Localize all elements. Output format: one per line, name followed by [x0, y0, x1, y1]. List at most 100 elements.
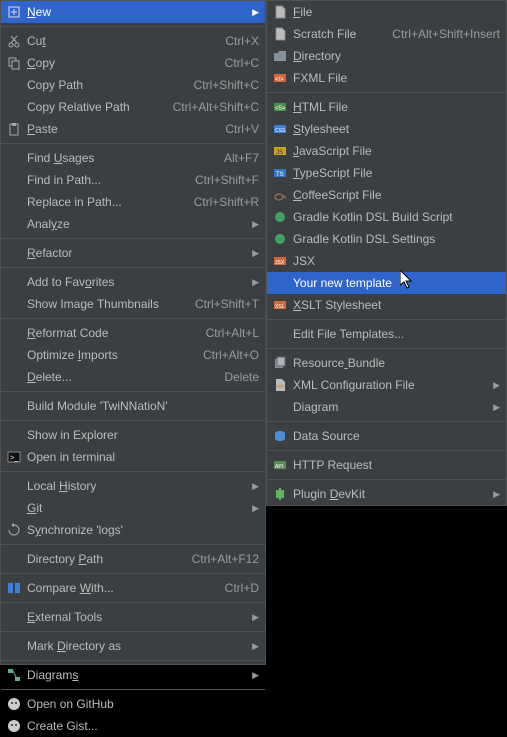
menu-item-label: External Tools [25, 610, 249, 624]
right-item-coffeescript-file[interactable]: CoffeeScript File [267, 184, 506, 206]
right-item-javascript-file[interactable]: JSJavaScript File [267, 140, 506, 162]
menu-item-label: Copy Relative Path [25, 100, 161, 114]
blank-icon [5, 216, 23, 232]
menu-item-label: Show in Explorer [25, 428, 259, 442]
menu-item-label: Mark Directory as [25, 639, 249, 653]
right-item-directory[interactable]: Directory [267, 45, 506, 67]
left-item-show-in-explorer[interactable]: Show in Explorer [1, 424, 265, 446]
left-item-open-on-github[interactable]: Open on GitHub [1, 693, 265, 715]
menu-separator [267, 348, 506, 349]
css-icon: CSS [271, 121, 289, 137]
right-item-edit-file-templates[interactable]: Edit File Templates... [267, 323, 506, 345]
left-item-local-history[interactable]: Local History▶ [1, 475, 265, 497]
blank-icon [5, 296, 23, 312]
menu-separator [1, 420, 265, 421]
right-item-http-request[interactable]: APIHTTP Request [267, 454, 506, 476]
left-item-synchronize-logs[interactable]: Synchronize 'logs' [1, 519, 265, 541]
left-item-compare-with[interactable]: Compare With...Ctrl+D [1, 577, 265, 599]
menu-item-shortcut: Ctrl+D [213, 581, 259, 595]
menu-item-label: HTTP Request [291, 458, 500, 472]
left-item-find-usages[interactable]: Find UsagesAlt+F7 [1, 147, 265, 169]
menu-item-label: XML Configuration File [291, 378, 490, 392]
blank-icon [5, 398, 23, 414]
left-item-find-in-path[interactable]: Find in Path...Ctrl+Shift+F [1, 169, 265, 191]
menu-item-label: Edit File Templates... [291, 327, 500, 341]
left-item-cut[interactable]: CutCtrl+X [1, 30, 265, 52]
left-item-show-image-thumbnails[interactable]: Show Image ThumbnailsCtrl+Shift+T [1, 293, 265, 315]
plugin-icon [271, 486, 289, 502]
right-item-resource-bundle[interactable]: Resource Bundle [267, 352, 506, 374]
menu-item-label: Delete... [25, 370, 212, 384]
submenu-arrow-icon: ▶ [249, 277, 259, 288]
left-item-build-module-twinnation[interactable]: Build Module 'TwiNNatioN' [1, 395, 265, 417]
blank-icon [271, 275, 289, 291]
right-item-your-new-template[interactable]: Your new template [267, 272, 506, 294]
right-item-xml-configuration-file[interactable]: </>XML Configuration File▶ [267, 374, 506, 396]
blank-icon [5, 245, 23, 261]
menu-separator [1, 631, 265, 632]
left-item-directory-path[interactable]: Directory PathCtrl+Alt+F12 [1, 548, 265, 570]
blank-icon [5, 99, 23, 115]
left-item-external-tools[interactable]: External Tools▶ [1, 606, 265, 628]
menu-item-label: Synchronize 'logs' [25, 523, 259, 537]
diagram-icon [5, 667, 23, 683]
menu-item-label: Gradle Kotlin DSL Settings [291, 232, 500, 246]
menu-item-label: Directory Path [25, 552, 180, 566]
left-item-optimize-imports[interactable]: Optimize ImportsCtrl+Alt+O [1, 344, 265, 366]
left-item-analyze[interactable]: Analyze▶ [1, 213, 265, 235]
html-icon: <5> [271, 99, 289, 115]
left-item-add-to-favorites[interactable]: Add to Favorites▶ [1, 271, 265, 293]
menu-item-shortcut: Ctrl+X [213, 34, 259, 48]
menu-item-label: Compare With... [25, 581, 213, 595]
left-item-paste[interactable]: PasteCtrl+V [1, 118, 265, 140]
left-item-replace-in-path[interactable]: Replace in Path...Ctrl+Shift+R [1, 191, 265, 213]
right-item-file[interactable]: File [267, 1, 506, 23]
left-item-reformat-code[interactable]: Reformat CodeCtrl+Alt+L [1, 322, 265, 344]
right-item-gradle-kotlin-dsl-settings[interactable]: Gradle Kotlin DSL Settings [267, 228, 506, 250]
menu-item-label: Optimize Imports [25, 348, 191, 362]
menu-item-label: Gradle Kotlin DSL Build Script [291, 210, 500, 224]
menu-item-label: Copy [25, 56, 213, 70]
right-item-typescript-file[interactable]: TSTypeScript File [267, 162, 506, 184]
left-item-diagrams[interactable]: Diagrams▶ [1, 664, 265, 686]
blank-icon [5, 500, 23, 516]
right-item-xslt-stylesheet[interactable]: XSLXSLT Stylesheet [267, 294, 506, 316]
menu-item-label: Stylesheet [291, 122, 500, 136]
file-icon [271, 4, 289, 20]
right-item-diagram[interactable]: Diagram▶ [267, 396, 506, 418]
menu-separator [1, 267, 265, 268]
left-item-copy[interactable]: CopyCtrl+C [1, 52, 265, 74]
left-item-git[interactable]: Git▶ [1, 497, 265, 519]
blank-icon [5, 150, 23, 166]
left-item-delete[interactable]: Delete...Delete [1, 366, 265, 388]
left-item-create-gist[interactable]: Create Gist... [1, 715, 265, 737]
menu-item-label: Reformat Code [25, 326, 194, 340]
right-item-jsx[interactable]: JSXJSX [267, 250, 506, 272]
terminal-icon: >_ [5, 449, 23, 465]
left-item-mark-directory-as[interactable]: Mark Directory as▶ [1, 635, 265, 657]
right-item-fxml-file[interactable]: </>FXML File [267, 67, 506, 89]
menu-item-label: Resource Bundle [291, 356, 500, 370]
left-item-copy-path[interactable]: Copy PathCtrl+Shift+C [1, 74, 265, 96]
menu-item-shortcut: Ctrl+Shift+C [182, 78, 259, 92]
right-item-stylesheet[interactable]: CSSStylesheet [267, 118, 506, 140]
menu-item-label: Your new template [291, 276, 500, 290]
left-item-copy-relative-path[interactable]: Copy Relative PathCtrl+Alt+Shift+C [1, 96, 265, 118]
right-item-html-file[interactable]: <5>HTML File [267, 96, 506, 118]
menu-separator [1, 689, 265, 690]
left-item-refactor[interactable]: Refactor▶ [1, 242, 265, 264]
blank-icon [5, 369, 23, 385]
right-item-plugin-devkit[interactable]: Plugin DevKit▶ [267, 483, 506, 505]
folder-icon [271, 48, 289, 64]
left-item-open-in-terminal[interactable]: >_Open in terminal [1, 446, 265, 468]
svg-text:</>: </> [275, 77, 284, 83]
menu-item-label: Directory [291, 49, 500, 63]
submenu-arrow-icon: ▶ [249, 670, 259, 681]
right-item-scratch-file[interactable]: Scratch FileCtrl+Alt+Shift+Insert [267, 23, 506, 45]
menu-item-shortcut: Ctrl+Alt+O [191, 348, 259, 362]
right-item-data-source[interactable]: Data Source [267, 425, 506, 447]
blank-icon [5, 427, 23, 443]
right-item-gradle-kotlin-dsl-build-script[interactable]: Gradle Kotlin DSL Build Script [267, 206, 506, 228]
left-item-new[interactable]: New▶ [1, 1, 265, 23]
menu-separator [1, 238, 265, 239]
